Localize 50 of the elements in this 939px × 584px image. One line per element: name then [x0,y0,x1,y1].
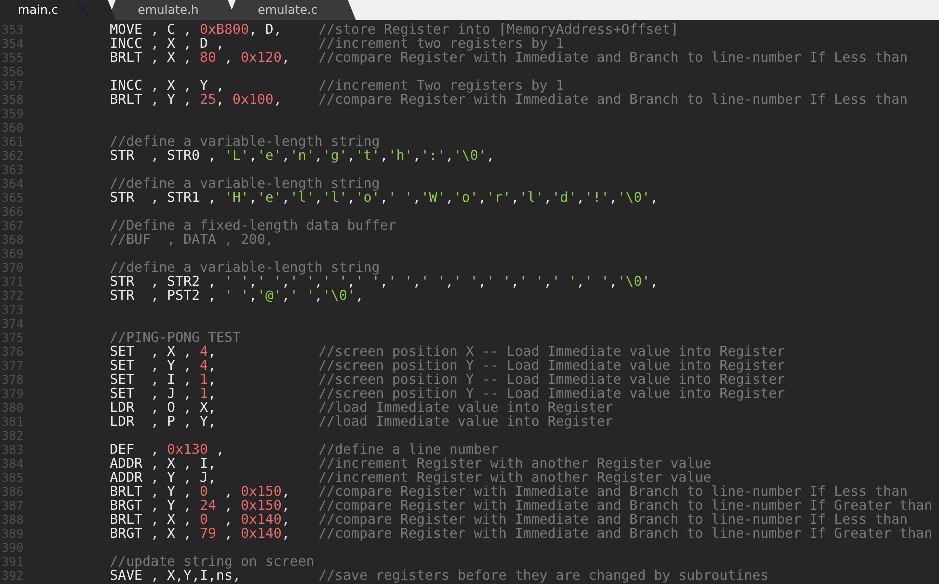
code-comment: //compare Register with Immediate and Branch to line-number If Less than [318,485,908,499]
code-line: STR , STR1 , 'H','e','l','l','o',' ','W','o','r','l','d','!','\0', [110,190,659,206]
code-line: STR , PST2 , ' ','@',' ','\0', [110,288,364,304]
code-comment: //compare Register with Immediate and Branch to line-number If Greater than [318,499,932,513]
code-comment: //load Immediate value into Register [318,401,614,415]
code-line: LDR , P , Y, [110,414,216,430]
code-line: SAVE , X,Y,I,ns, [110,568,241,584]
code-comment: //define a line number [318,443,499,457]
code-comment: //define a variable-length string [110,134,380,150]
code-comment: //screen position X -- Load Immediate value into Register [318,345,786,359]
code-comment: //define a variable-length string [110,260,380,276]
code-line: BRLT , X , 80 , 0x120, [110,50,290,66]
code-line: BRGT , X , 79 , 0x140, [110,526,290,542]
code-line: BRLT , X , 0 , 0x140, [110,512,290,528]
code-line: STR , STR0 , 'L','e','n','g','t','h',':','\0', [110,148,495,164]
code-comment: //load Immediate value into Register [318,415,614,429]
code-comment: //screen position Y -- Load Immediate value into Register [318,387,786,401]
code-line: SET , Y , 4, [110,358,216,374]
code-line: STR , STR2 , ' ',' ',' ',' ',' ',' ',' ',' ',' ',' ',' ',' ','\0', [110,274,659,290]
code-line: INCC , X , D , [110,36,225,52]
code-comment: //screen position Y -- Load Immediate value into Register [318,373,786,387]
code-comment: //compare Register with Immediate and Branch to line-number If Less than [318,513,908,527]
code-line: BRLT , Y , 0 , 0x150, [110,484,290,500]
code-line: SET , J , 1, [110,386,216,402]
code-comment: //increment Two registers by 1 [318,79,564,93]
code-line: BRGT , Y , 24 , 0x150, [110,498,290,514]
code-comment: //compare Register with Immediate and Branch to line-number If Greater than [318,527,932,541]
code-comment: //compare Register with Immediate and Branch to line-number If Less than [318,51,908,65]
code-line: SET , X , 4, [110,344,216,360]
code-comment: //PING-PONG TEST [110,330,241,346]
file-tab[interactable]: main.c [0,0,116,20]
code-comment: //BUF , DATA , 200, [110,232,274,248]
code-comment: //compare Register with Immediate and Branch to line-number If Less than [318,93,908,107]
code-comment: //save registers before they are changed by subroutines [318,569,769,583]
code-comment: //increment two registers by 1 [318,37,564,51]
code-comment: //store Register into [MemoryAddress+Offset] [318,23,679,37]
code-line: MOVE , C , 0xB800, D, [110,22,282,38]
code-line: DEF , 0x130 , [110,442,225,458]
code-comment: //increment Register with another Register value [318,457,712,471]
code-comment: //screen position Y -- Load Immediate value into Register [318,359,786,373]
code-comment: //increment Register with another Register value [318,471,712,485]
code-comment: //update string on screen [110,554,315,570]
code-comment: //Define a fixed-length data buffer [110,218,396,234]
code-line: SET , I , 1, [110,372,216,388]
code-line: ADDR , Y , J, [110,470,216,486]
code-line: ADDR , X , I, [110,456,216,472]
code-line: BRLT , Y , 25, 0x100, [110,92,282,108]
code-line: INCC , X , Y , [110,78,225,94]
code-comment: //define a variable-length string [110,176,380,192]
code-line: LDR , O , X, [110,400,216,416]
